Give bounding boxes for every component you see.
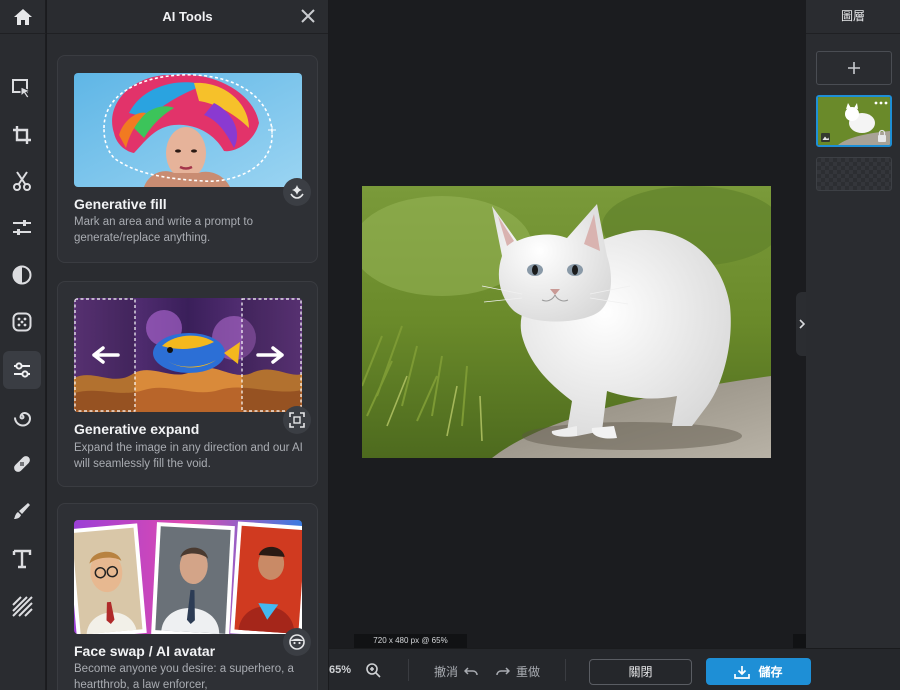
scissors-icon [13, 171, 31, 191]
bottom-toolbar: 65% 撤消 重做 關閉 儲存 [329, 648, 900, 690]
layers-panel: 圖層 [806, 0, 900, 648]
redo-label: 重做 [516, 665, 541, 679]
canvas-area[interactable]: 720 x 480 px @ 65% [329, 0, 808, 648]
download-icon [734, 665, 751, 679]
brush-icon [14, 503, 30, 519]
undo-label: 撤消 [434, 665, 459, 679]
dots-grid-icon [12, 312, 32, 332]
home-icon [14, 8, 32, 25]
filter-tool[interactable] [3, 256, 41, 294]
card-title: Generative fill [74, 196, 167, 212]
divider [565, 659, 566, 681]
crop-icon [13, 126, 31, 144]
hand-sparkle-icon [290, 185, 304, 199]
redo-icon [496, 666, 510, 675]
ai-tools-tool[interactable] [3, 351, 41, 389]
zoom-in-icon[interactable] [365, 662, 381, 678]
diagonal-lines-icon [12, 596, 33, 617]
canvas-dimensions-label: 720 x 480 px @ 65% [354, 634, 467, 648]
generative-expand-thumbnail [74, 298, 302, 412]
card-title: Generative expand [74, 421, 200, 437]
card-title: Face swap / AI avatar [74, 643, 216, 659]
panel-header: AI Tools [47, 0, 328, 34]
add-layer-button[interactable] [816, 51, 892, 85]
expand-frame-icon [289, 412, 305, 428]
generative-fill-thumbnail [74, 73, 302, 187]
save-button[interactable]: 儲存 [706, 658, 811, 685]
face-swap-badge [283, 628, 311, 656]
retouch-tool[interactable] [3, 445, 41, 483]
undo-button[interactable]: 撤消 [434, 663, 478, 680]
adjust-tool[interactable] [3, 209, 41, 247]
save-label: 儲存 [758, 665, 783, 679]
face-swap-thumbnail [74, 520, 302, 634]
pattern-tool[interactable] [3, 587, 41, 625]
layer-item-image[interactable] [816, 95, 892, 147]
crop-tool[interactable] [3, 116, 41, 154]
draw-tool[interactable] [3, 492, 41, 530]
canvas-corner-marker [793, 634, 806, 648]
divider [408, 659, 409, 681]
tool-rail [0, 0, 46, 690]
panel-title: AI Tools [162, 9, 213, 24]
chevron-right-icon [799, 319, 805, 329]
redo-button[interactable]: 重做 [496, 663, 540, 680]
ai-tools-panel: AI Tools Generative fill Mark an area an… [47, 0, 328, 690]
ai-tools-icon [14, 362, 30, 378]
text-icon [12, 549, 32, 569]
close-button[interactable]: 關閉 [589, 659, 692, 685]
text-tool[interactable] [3, 540, 41, 578]
card-generative-fill[interactable]: Generative fill Mark an area and write a… [57, 55, 318, 263]
spiral-icon [14, 411, 32, 427]
layer-item-transparent[interactable] [816, 157, 892, 191]
canvas-image[interactable] [362, 186, 771, 458]
card-description: Become anyone you desire: a superhero, a… [74, 663, 294, 690]
undo-icon [464, 666, 478, 675]
cutout-tool[interactable] [3, 162, 41, 200]
home-button[interactable] [0, 0, 46, 34]
plus-icon [848, 62, 860, 74]
card-generative-expand[interactable]: Generative expand Expand the image in an… [57, 281, 318, 487]
pointer-select-icon [12, 79, 32, 99]
zoom-level[interactable]: 65% [329, 664, 351, 676]
bandage-icon [14, 456, 30, 472]
card-description: Expand the image in any direction and ou… [74, 442, 303, 470]
close-icon[interactable] [300, 8, 316, 24]
layers-title: 圖層 [806, 0, 900, 34]
generative-fill-badge [283, 178, 311, 206]
face-icon [289, 634, 305, 650]
sliders-icon [13, 220, 31, 235]
card-face-swap[interactable]: Face swap / AI avatar Become anyone you … [57, 503, 318, 690]
card-description: Mark an area and write a prompt to gener… [74, 216, 253, 244]
select-tool[interactable] [3, 70, 41, 108]
effects-tool[interactable] [3, 303, 41, 341]
distort-tool[interactable] [3, 398, 41, 436]
contrast-icon [12, 265, 32, 285]
generative-expand-badge [283, 406, 311, 434]
